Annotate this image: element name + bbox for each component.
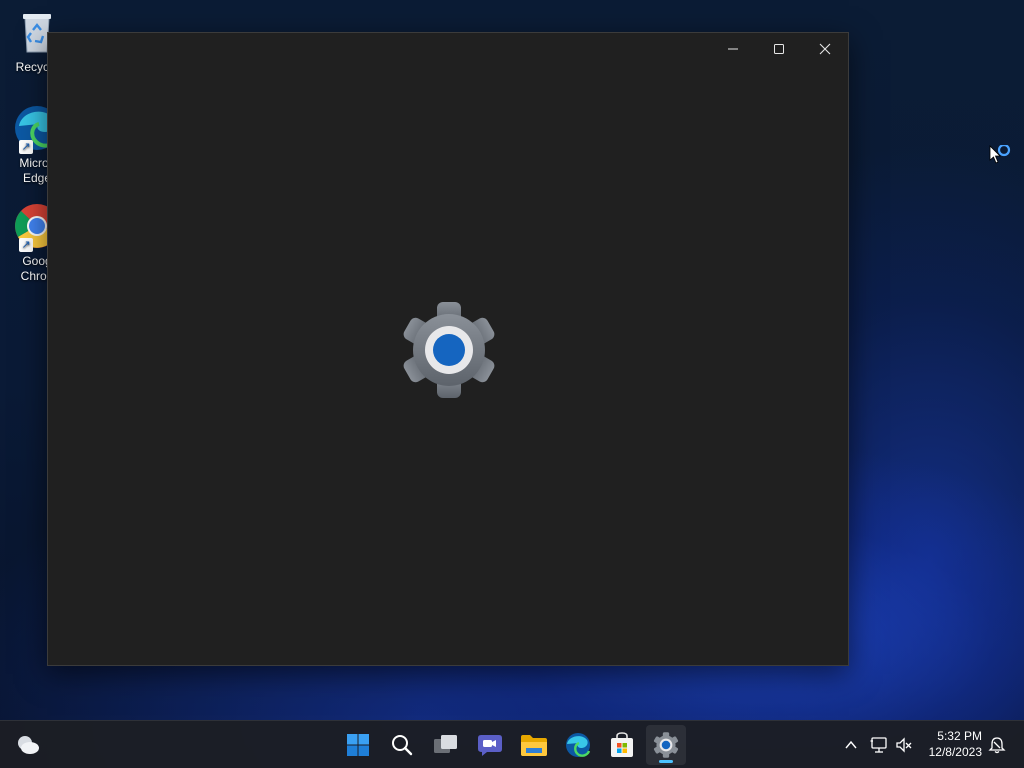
maximize-button[interactable] — [756, 33, 802, 65]
notification-bell-icon — [988, 737, 1006, 754]
volume-button[interactable] — [892, 733, 916, 757]
taskbar: 5:32 PM 12/8/2023 — [0, 720, 1024, 768]
chat-button[interactable] — [470, 725, 510, 765]
search-button[interactable] — [382, 725, 422, 765]
task-view-button[interactable] — [426, 725, 466, 765]
store-button[interactable] — [602, 725, 642, 765]
start-button[interactable] — [338, 725, 378, 765]
maximize-icon — [774, 44, 784, 54]
weather-cloud-icon — [18, 736, 39, 754]
edge-taskbar-button[interactable] — [558, 725, 598, 765]
notifications-button[interactable] — [985, 733, 1009, 757]
active-app-indicator — [659, 760, 673, 763]
system-clock[interactable]: 5:32 PM 12/8/2023 — [929, 728, 982, 760]
title-bar — [710, 33, 848, 65]
clock-time: 5:32 PM — [937, 729, 982, 743]
minimize-button[interactable] — [710, 33, 756, 65]
close-icon — [819, 43, 831, 55]
edge-icon — [566, 733, 591, 757]
settings-gear-icon — [653, 732, 679, 758]
chevron-up-icon — [845, 740, 857, 749]
network-status-button[interactable] — [867, 733, 891, 757]
search-icon — [392, 735, 413, 756]
settings-window — [47, 32, 849, 666]
settings-gear-icon — [400, 301, 498, 399]
volume-muted-icon — [896, 737, 912, 753]
weather-widget-button[interactable] — [8, 725, 48, 765]
windows-start-icon — [347, 734, 369, 756]
settings-taskbar-button[interactable] — [646, 725, 686, 765]
close-button[interactable] — [802, 33, 848, 65]
store-icon — [611, 732, 633, 757]
teams-chat-icon — [478, 735, 502, 756]
shortcut-arrow-icon: ↗ — [19, 238, 33, 252]
minimize-icon — [728, 48, 738, 50]
shortcut-arrow-icon: ↗ — [19, 140, 33, 154]
file-explorer-button[interactable] — [514, 725, 554, 765]
show-hidden-icons-button[interactable] — [839, 733, 863, 757]
network-icon — [870, 737, 887, 753]
task-view-icon — [434, 735, 457, 753]
busy-cursor — [989, 143, 1015, 169]
folder-icon — [521, 735, 547, 756]
clock-date: 12/8/2023 — [928, 745, 982, 759]
